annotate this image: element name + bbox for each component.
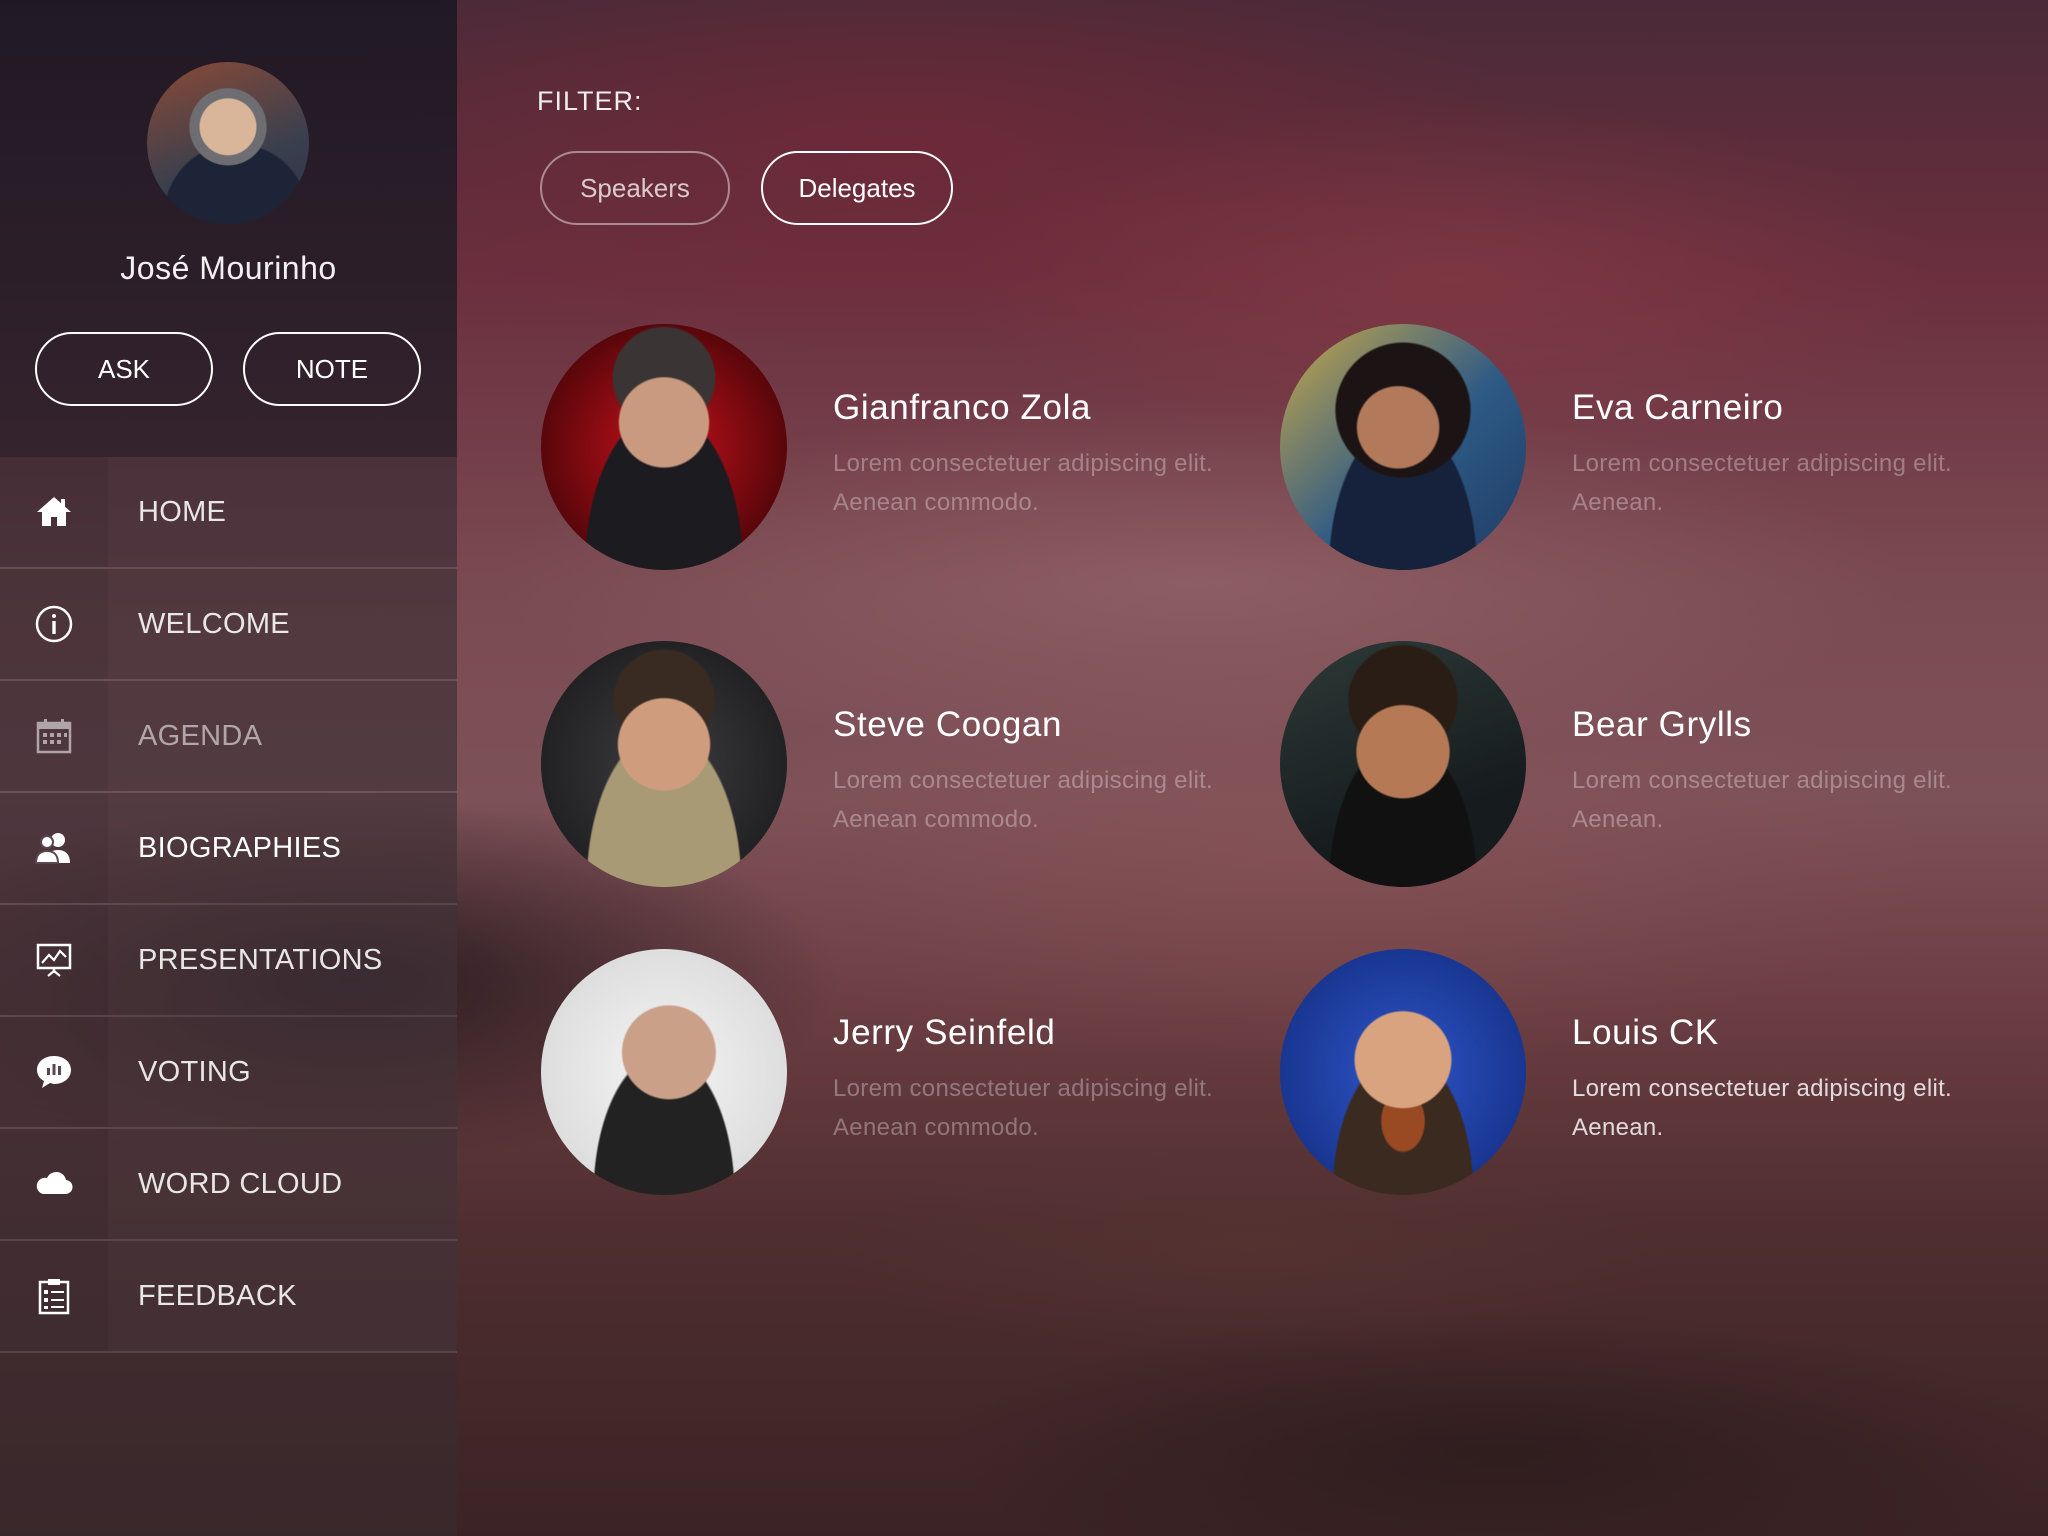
person-description: Lorem consectetuer adipiscing elit. Aene… [1572, 1075, 1953, 1141]
profile-panel: José Mourinho ASK NOTE [0, 0, 457, 457]
sidebar-item-agenda[interactable]: AGENDA [0, 681, 457, 793]
cloud-icon [36, 1171, 73, 1195]
person-name: Gianfranco Zola [833, 388, 1092, 427]
person-name: Eva Carneiro [1572, 388, 1784, 427]
sidebar-item-label: AGENDA [108, 681, 457, 791]
filter-speakers-button[interactable]: Speakers [540, 151, 730, 225]
person-photo[interactable] [541, 324, 787, 570]
calendar-icon [36, 719, 72, 754]
profile-name: José Mourinho [120, 250, 337, 286]
sidebar-menu: HOME WELCOME AGENDA BIOGRAPHIES PRESENTA… [0, 457, 457, 1353]
sidebar-item-label: FEEDBACK [108, 1241, 457, 1351]
note-button[interactable]: NOTE [243, 332, 421, 406]
person-name: Louis CK [1572, 1013, 1719, 1052]
person-description: Lorem consectetuer adipiscing elit. Aene… [1572, 767, 1953, 833]
clipboard-icon [38, 1279, 70, 1315]
people-icon [34, 833, 70, 864]
avatar[interactable] [147, 62, 309, 224]
sidebar-item-label: VOTING [108, 1017, 457, 1127]
person-description: Lorem consectetuer adipiscing elit. Aene… [833, 1075, 1214, 1141]
person-photo[interactable] [1280, 949, 1526, 1195]
sidebar-item-feedback[interactable]: FEEDBACK [0, 1241, 457, 1353]
presentation-icon [36, 943, 72, 977]
person-name: Bear Grylls [1572, 705, 1752, 744]
sidebar-item-welcome[interactable]: WELCOME [0, 569, 457, 681]
person-card[interactable]: Bear Grylls Lorem consectetuer adipiscin… [1280, 641, 2000, 891]
home-icon [37, 497, 71, 526]
person-card[interactable]: Steve Coogan Lorem consectetuer adipisci… [541, 641, 1261, 891]
person-photo[interactable] [541, 641, 787, 887]
person-name: Jerry Seinfeld [833, 1013, 1056, 1052]
sidebar-item-biographies[interactable]: BIOGRAPHIES [0, 793, 457, 905]
person-description: Lorem consectetuer adipiscing elit. Aene… [1572, 450, 1953, 516]
filter-delegates-button[interactable]: Delegates [761, 151, 953, 225]
sidebar-item-label: BIOGRAPHIES [108, 793, 457, 903]
chat-chart-icon [37, 1056, 71, 1088]
filter-label: FILTER: [537, 86, 643, 116]
info-icon [35, 605, 73, 643]
person-card[interactable]: Gianfranco Zola Lorem consectetuer adipi… [541, 324, 1261, 574]
sidebar-item-word-cloud[interactable]: WORD CLOUD [0, 1129, 457, 1241]
sidebar-item-home[interactable]: HOME [0, 457, 457, 569]
sidebar-item-voting[interactable]: VOTING [0, 1017, 457, 1129]
person-card[interactable]: Eva Carneiro Lorem consectetuer adipisci… [1280, 324, 2000, 574]
ask-button[interactable]: ASK [35, 332, 213, 406]
sidebar-item-presentations[interactable]: PRESENTATIONS [0, 905, 457, 1017]
sidebar-item-label: PRESENTATIONS [108, 905, 457, 1015]
person-card[interactable]: Jerry Seinfeld Lorem consectetuer adipis… [541, 949, 1261, 1199]
person-description: Lorem consectetuer adipiscing elit. Aene… [833, 767, 1214, 833]
sidebar-item-label: WELCOME [108, 569, 457, 679]
person-photo[interactable] [1280, 641, 1526, 887]
person-card[interactable]: Louis CK Lorem consectetuer adipiscing e… [1280, 949, 2000, 1199]
sidebar-item-label: WORD CLOUD [108, 1129, 457, 1239]
person-photo[interactable] [541, 949, 787, 1195]
person-description: Lorem consectetuer adipiscing elit. Aene… [833, 450, 1214, 516]
person-name: Steve Coogan [833, 705, 1063, 744]
sidebar-item-label: HOME [108, 457, 457, 567]
person-photo[interactable] [1280, 324, 1526, 570]
sidebar: José Mourinho ASK NOTE HOME WELCOME AGEN… [0, 0, 457, 1536]
